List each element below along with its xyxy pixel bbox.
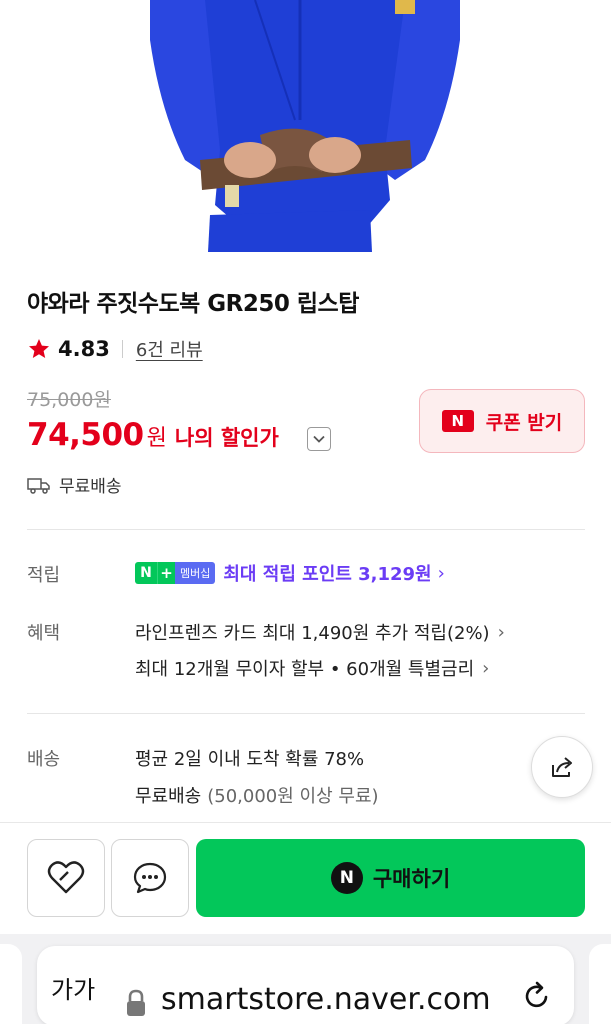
- heart-icon: [47, 861, 85, 894]
- delivery-estimate: 평균 2일 이내 도착 확률 78%: [135, 745, 364, 771]
- chevron-right-icon: ›: [437, 562, 445, 584]
- naver-n-icon: N: [441, 410, 474, 432]
- sale-price-row: 74,500 원 나의 할인가: [27, 417, 279, 453]
- benefit-installment-row[interactable]: 최대 12개월 무이자 할부 • 60개월 특별금리 ›: [135, 655, 489, 681]
- naver-plus-membership-badge: N + 멤버십: [135, 562, 216, 584]
- url-text[interactable]: smartstore.naver.com: [161, 982, 511, 1017]
- membership-plus: +: [157, 562, 175, 584]
- discount-toggle[interactable]: [307, 427, 331, 451]
- wishlist-button[interactable]: [27, 839, 105, 917]
- share-icon: [552, 757, 572, 777]
- chevron-right-icon: ›: [497, 621, 505, 643]
- adjacent-tab-left[interactable]: [0, 944, 22, 1024]
- benefit-installment-text: 최대 12개월 무이자 할부 • 60개월 특별금리: [135, 659, 475, 680]
- benefit-card-text: 라인프렌즈 카드 최대 1,490원 추가 적립(2%): [135, 623, 490, 644]
- jiu-jitsu-gi-photo: [0, 0, 611, 262]
- my-discount-label[interactable]: 나의 할인가: [175, 422, 279, 452]
- star-icon: [29, 339, 49, 358]
- naver-pay-n-icon: N: [330, 862, 363, 894]
- membership-n: N: [135, 562, 157, 584]
- shipping-label: 무료배송: [59, 477, 122, 497]
- page-settings-button[interactable]: 가가: [51, 970, 95, 1005]
- chat-icon: [133, 862, 167, 894]
- rating-divider: [121, 340, 123, 358]
- purchase-bar: N 구매하기: [0, 822, 611, 934]
- adjacent-tab-right[interactable]: [589, 944, 611, 1024]
- coupon-button[interactable]: N 쿠폰 받기: [419, 389, 585, 453]
- max-points-text: 최대 적립 포인트 3,129원: [223, 564, 432, 585]
- delivery-fee-note: (50,000원 이상 무료): [207, 786, 379, 807]
- share-button[interactable]: [531, 736, 593, 798]
- delivery-estimate-text: 평균 2일 이내 도착 확률 78%: [135, 749, 365, 770]
- coupon-button-label: 쿠폰 받기: [485, 411, 563, 434]
- benefit-card-row[interactable]: 라인프렌즈 카드 최대 1,490원 추가 적립(2%) ›: [135, 619, 505, 645]
- delivery-label: 배송: [27, 749, 61, 770]
- review-count-link[interactable]: 6건 리뷰: [136, 336, 203, 362]
- rating-value: 4.83: [58, 337, 110, 361]
- lock-icon: [127, 989, 145, 1016]
- buy-button[interactable]: N 구매하기: [196, 839, 585, 917]
- section-divider: [27, 529, 585, 530]
- talk-talk-button[interactable]: [111, 839, 189, 917]
- membership-text: 멤버십: [175, 562, 216, 584]
- sale-price: 74,500: [27, 417, 144, 453]
- delivery-fee-text: 무료배송: [135, 786, 202, 807]
- buy-button-label: 구매하기: [372, 867, 451, 891]
- shipping-row: 무료배송: [27, 472, 122, 497]
- original-price: 75,000원: [27, 389, 111, 411]
- sale-price-unit: 원: [146, 426, 167, 451]
- truck-icon: [27, 477, 50, 494]
- delivery-fee-row: 무료배송 (50,000원 이상 무료): [135, 782, 379, 808]
- chevron-right-icon: ›: [482, 657, 490, 679]
- rating-row: 4.83 6건 리뷰: [27, 336, 203, 362]
- browser-toolbar: 가가 smartstore.naver.com: [0, 934, 611, 1024]
- address-bar[interactable]: 가가 smartstore.naver.com: [37, 946, 574, 1024]
- section-divider: [27, 713, 585, 714]
- product-image[interactable]: [0, 0, 611, 262]
- reload-icon[interactable]: [521, 980, 553, 1012]
- points-row[interactable]: N + 멤버십 최대 적립 포인트 3,129원 ›: [135, 560, 445, 586]
- chevron-down-icon: [313, 435, 325, 443]
- benefits-label: 혜택: [27, 623, 61, 644]
- points-label: 적립: [27, 565, 61, 586]
- product-title: 야와라 주짓수도복 GR250 립스탑: [27, 291, 359, 317]
